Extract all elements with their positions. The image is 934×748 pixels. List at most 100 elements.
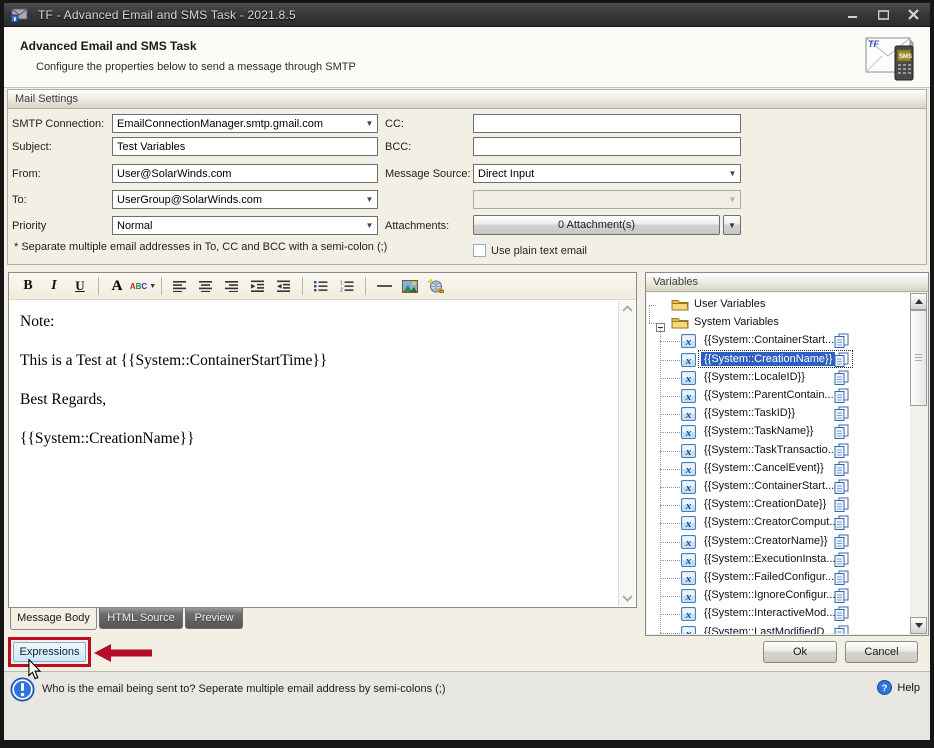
help-link[interactable]: ? Help	[877, 680, 920, 695]
scroll-up-icon[interactable]	[622, 305, 633, 313]
editor-tabstrip: Message BodyHTML SourcePreview	[8, 608, 637, 631]
variable-item[interactable]: x{{System::IgnoreConfigur...	[647, 587, 895, 605]
variable-item[interactable]: x{{System::CreatorName}}	[647, 533, 895, 551]
subject-label: Subject:	[12, 141, 52, 153]
variable-item[interactable]: x{{System::FailedConfigur...	[647, 569, 895, 587]
tab-preview[interactable]: Preview	[185, 608, 243, 629]
tree-connector	[660, 487, 680, 488]
variable-item[interactable]: x {{System::InteractiveMod...	[647, 605, 895, 623]
variable-item[interactable]: x {{System::ExecutionInsta...	[647, 551, 895, 569]
font-button[interactable]: A	[104, 275, 130, 297]
chevron-down-icon[interactable]: ▼	[362, 195, 377, 204]
titlebar[interactable]: TF - Advanced Email and SMS Task - 2021.…	[4, 3, 930, 27]
message-text[interactable]: Note:This is a Test at {{System::Contain…	[20, 313, 605, 469]
svg-text:x: x	[685, 555, 692, 567]
plain-text-checkbox[interactable]	[473, 244, 486, 257]
variable-item[interactable]: x{{System::TaskName}}	[647, 423, 895, 441]
horizontal-rule-button[interactable]	[371, 275, 397, 297]
variable-item[interactable]: x{{System::ParentContain...	[647, 387, 895, 405]
scroll-up-button[interactable]	[910, 293, 927, 310]
variable-label[interactable]: {{System::FailedConfigur...	[701, 570, 837, 584]
attachments-dropdown-button[interactable]: ▼	[723, 215, 741, 235]
tab-html-source[interactable]: HTML Source	[99, 608, 183, 629]
message-body-area[interactable]: Note:This is a Test at {{System::Contain…	[10, 301, 635, 606]
variable-item[interactable]: x {{System::LastModifiedD...	[647, 624, 895, 634]
from-label: From:	[12, 168, 41, 180]
variable-item[interactable]: x{{System::ContainerStart...	[647, 332, 895, 350]
variable-label[interactable]: {{System::TaskName}}	[701, 424, 816, 438]
bullet-list-button[interactable]	[308, 275, 334, 297]
scroll-down-button[interactable]	[910, 617, 927, 634]
variable-label[interactable]: {{System::LastModifiedD...	[701, 625, 837, 634]
align-right-button[interactable]	[219, 275, 245, 297]
toolbar-separator	[161, 277, 162, 295]
variable-label[interactable]: {{System::LocaleID}}	[701, 370, 808, 384]
svg-text:x: x	[685, 464, 692, 476]
variables-scrollbar[interactable]	[910, 293, 927, 634]
variable-item[interactable]: x{{System::TaskTransactio...	[647, 442, 895, 460]
indent-button[interactable]	[245, 275, 271, 297]
scrollbar-thumb[interactable]	[910, 310, 927, 406]
ok-button[interactable]: Ok	[763, 641, 837, 663]
align-center-button[interactable]	[193, 275, 219, 297]
variable-item[interactable]: x{{System::TaskID}}	[647, 405, 895, 423]
message-source-label: Message Source:	[385, 168, 471, 180]
tree-folder-system-variables[interactable]: System Variables	[647, 314, 895, 332]
italic-button[interactable]: I	[41, 275, 67, 297]
align-left-button[interactable]	[167, 275, 193, 297]
variable-label[interactable]: {{System::ContainerStart...	[701, 479, 837, 493]
tree-connector	[660, 414, 680, 415]
variables-tree[interactable]: User VariablesSystem Variablesx{{System:…	[647, 293, 927, 634]
priority-combo[interactable]: Normal ▼	[112, 216, 378, 235]
variable-label[interactable]: {{System::CreationDate}}	[701, 497, 829, 511]
variable-label[interactable]: {{System::InteractiveMod...	[701, 606, 838, 620]
chevron-down-icon[interactable]: ▼	[362, 119, 377, 128]
variable-item[interactable]: x{{System::ContainerStart...	[647, 478, 895, 496]
editor-scrollbar[interactable]	[618, 301, 635, 606]
plain-text-checkbox-row[interactable]: Use plain text email	[473, 244, 587, 257]
message-source-combo[interactable]: Direct Input ▼	[473, 164, 741, 183]
scroll-down-icon[interactable]	[622, 594, 633, 602]
outdent-button[interactable]	[271, 275, 297, 297]
variable-label[interactable]: {{System::TaskID}}	[701, 406, 798, 420]
cc-input[interactable]	[473, 114, 741, 133]
attachments-button[interactable]: 0 Attachment(s)	[473, 215, 720, 235]
close-button[interactable]	[906, 9, 920, 21]
bold-button[interactable]: B	[15, 275, 41, 297]
variable-label[interactable]: {{System::CancelEvent}}	[701, 461, 827, 475]
from-input[interactable]	[112, 164, 378, 183]
minimize-button[interactable]	[846, 9, 860, 21]
variable-item[interactable]: x {{System::CancelEvent}}	[647, 460, 895, 478]
chevron-down-icon[interactable]: ▼	[725, 169, 740, 178]
variable-label[interactable]: {{System::CreatorName}}	[701, 534, 831, 548]
cancel-button[interactable]: Cancel	[845, 641, 918, 663]
tab-message-body[interactable]: Message Body	[10, 608, 97, 630]
smtp-connection-combo[interactable]: EmailConnectionManager.smtp.gmail.com ▼	[112, 114, 378, 133]
font-color-button[interactable]: ABC▼	[130, 275, 156, 297]
variable-icon[interactable]: x	[681, 626, 696, 634]
mail-settings-title: Mail Settings	[8, 90, 926, 109]
subject-input[interactable]	[112, 137, 378, 156]
header-banner: Advanced Email and SMS Task Configure th…	[4, 27, 930, 88]
underline-button[interactable]: U	[67, 275, 93, 297]
insert-link-button[interactable]	[423, 275, 449, 297]
svg-text:x: x	[685, 609, 692, 621]
copy-icon[interactable]	[833, 625, 850, 634]
chevron-down-icon[interactable]: ▼	[362, 221, 377, 230]
tree-folder-user-variables[interactable]: User Variables	[647, 296, 895, 314]
numbered-list-button[interactable]: 12	[334, 275, 360, 297]
variable-item[interactable]: x{{System::LocaleID}}	[647, 369, 895, 387]
variable-item[interactable]: x{{System::CreatorComput...	[647, 514, 895, 532]
variable-label[interactable]: {{System::ContainerStart...	[701, 333, 837, 347]
variable-label[interactable]: {{System::ExecutionInsta...	[701, 552, 838, 566]
variable-label[interactable]: {{System::ParentContain...	[701, 388, 837, 402]
variable-label[interactable]: {{System::CreatorComput...	[701, 515, 842, 529]
to-combo[interactable]: UserGroup@SolarWinds.com ▼	[112, 190, 378, 209]
icon-sms-label: SMS	[899, 54, 912, 60]
variable-label[interactable]: {{System::TaskTransactio...	[701, 443, 840, 457]
maximize-button[interactable]	[876, 9, 890, 21]
variable-label[interactable]: {{System::IgnoreConfigur...	[701, 588, 838, 602]
variable-item[interactable]: x{{System::CreationDate}}	[647, 496, 895, 514]
insert-image-button[interactable]	[397, 275, 423, 297]
bcc-input[interactable]	[473, 137, 741, 156]
